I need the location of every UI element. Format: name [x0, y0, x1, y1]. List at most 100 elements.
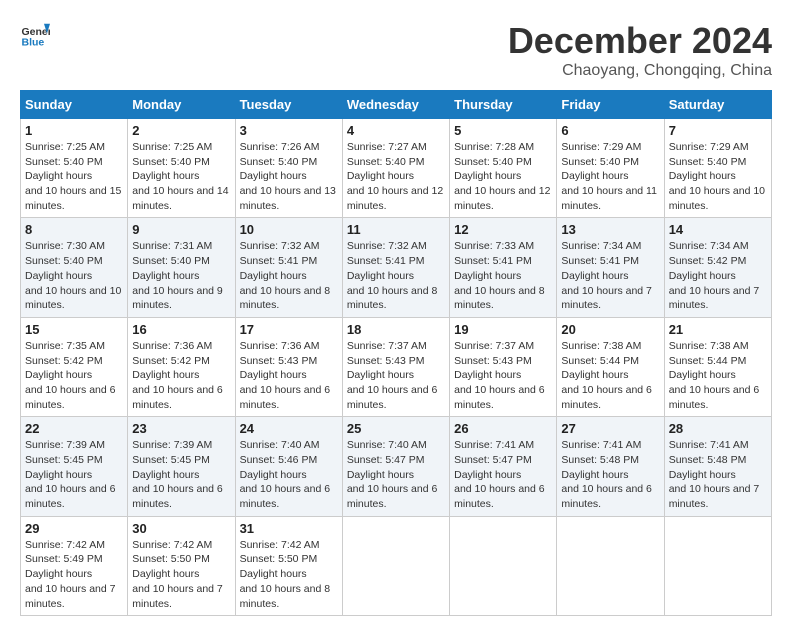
day-number: 13 [561, 222, 659, 237]
empty-cell [342, 516, 449, 615]
day-info: Sunrise: 7:39 AM Sunset: 5:45 PM Dayligh… [25, 438, 123, 511]
day-number: 19 [454, 322, 552, 337]
day-info: Sunrise: 7:27 AM Sunset: 5:40 PM Dayligh… [347, 140, 445, 213]
day-cell-13: 13 Sunrise: 7:34 AM Sunset: 5:41 PM Dayl… [557, 218, 664, 317]
day-cell-15: 15 Sunrise: 7:35 AM Sunset: 5:42 PM Dayl… [21, 317, 128, 416]
page-header: General Blue December 2024 Chaoyang, Cho… [20, 20, 772, 80]
day-info: Sunrise: 7:28 AM Sunset: 5:40 PM Dayligh… [454, 140, 552, 213]
empty-cell [664, 516, 771, 615]
day-info: Sunrise: 7:26 AM Sunset: 5:40 PM Dayligh… [240, 140, 338, 213]
day-cell-6: 6 Sunrise: 7:29 AM Sunset: 5:40 PM Dayli… [557, 119, 664, 218]
day-info: Sunrise: 7:40 AM Sunset: 5:46 PM Dayligh… [240, 438, 338, 511]
day-number: 28 [669, 421, 767, 436]
day-info: Sunrise: 7:41 AM Sunset: 5:48 PM Dayligh… [561, 438, 659, 511]
day-info: Sunrise: 7:40 AM Sunset: 5:47 PM Dayligh… [347, 438, 445, 511]
day-number: 8 [25, 222, 123, 237]
svg-text:Blue: Blue [22, 37, 45, 49]
day-cell-22: 22 Sunrise: 7:39 AM Sunset: 5:45 PM Dayl… [21, 417, 128, 516]
day-info: Sunrise: 7:42 AM Sunset: 5:50 PM Dayligh… [132, 538, 230, 611]
day-info: Sunrise: 7:41 AM Sunset: 5:48 PM Dayligh… [669, 438, 767, 511]
day-cell-7: 7 Sunrise: 7:29 AM Sunset: 5:40 PM Dayli… [664, 119, 771, 218]
day-info: Sunrise: 7:35 AM Sunset: 5:42 PM Dayligh… [25, 339, 123, 412]
empty-cell [557, 516, 664, 615]
day-cell-29: 29 Sunrise: 7:42 AM Sunset: 5:49 PM Dayl… [21, 516, 128, 615]
day-number: 4 [347, 123, 445, 138]
day-number: 14 [669, 222, 767, 237]
day-cell-28: 28 Sunrise: 7:41 AM Sunset: 5:48 PM Dayl… [664, 417, 771, 516]
day-cell-4: 4 Sunrise: 7:27 AM Sunset: 5:40 PM Dayli… [342, 119, 449, 218]
day-info: Sunrise: 7:42 AM Sunset: 5:49 PM Dayligh… [25, 538, 123, 611]
week-row-5: 29 Sunrise: 7:42 AM Sunset: 5:49 PM Dayl… [21, 516, 772, 615]
day-cell-10: 10 Sunrise: 7:32 AM Sunset: 5:41 PM Dayl… [235, 218, 342, 317]
header-sunday: Sunday [21, 91, 128, 119]
day-info: Sunrise: 7:36 AM Sunset: 5:43 PM Dayligh… [240, 339, 338, 412]
day-info: Sunrise: 7:30 AM Sunset: 5:40 PM Dayligh… [25, 239, 123, 312]
day-number: 2 [132, 123, 230, 138]
day-number: 15 [25, 322, 123, 337]
day-info: Sunrise: 7:25 AM Sunset: 5:40 PM Dayligh… [25, 140, 123, 213]
header-wednesday: Wednesday [342, 91, 449, 119]
day-info: Sunrise: 7:41 AM Sunset: 5:47 PM Dayligh… [454, 438, 552, 511]
day-cell-12: 12 Sunrise: 7:33 AM Sunset: 5:41 PM Dayl… [450, 218, 557, 317]
calendar-table: Sunday Monday Tuesday Wednesday Thursday… [20, 90, 772, 616]
day-info: Sunrise: 7:37 AM Sunset: 5:43 PM Dayligh… [347, 339, 445, 412]
week-row-1: 1 Sunrise: 7:25 AM Sunset: 5:40 PM Dayli… [21, 119, 772, 218]
week-row-2: 8 Sunrise: 7:30 AM Sunset: 5:40 PM Dayli… [21, 218, 772, 317]
day-number: 31 [240, 521, 338, 536]
day-cell-19: 19 Sunrise: 7:37 AM Sunset: 5:43 PM Dayl… [450, 317, 557, 416]
day-info: Sunrise: 7:29 AM Sunset: 5:40 PM Dayligh… [561, 140, 659, 213]
day-info: Sunrise: 7:29 AM Sunset: 5:40 PM Dayligh… [669, 140, 767, 213]
day-number: 23 [132, 421, 230, 436]
day-info: Sunrise: 7:25 AM Sunset: 5:40 PM Dayligh… [132, 140, 230, 213]
header-tuesday: Tuesday [235, 91, 342, 119]
header-monday: Monday [128, 91, 235, 119]
day-number: 27 [561, 421, 659, 436]
day-info: Sunrise: 7:34 AM Sunset: 5:41 PM Dayligh… [561, 239, 659, 312]
day-info: Sunrise: 7:34 AM Sunset: 5:42 PM Dayligh… [669, 239, 767, 312]
day-cell-5: 5 Sunrise: 7:28 AM Sunset: 5:40 PM Dayli… [450, 119, 557, 218]
day-cell-21: 21 Sunrise: 7:38 AM Sunset: 5:44 PM Dayl… [664, 317, 771, 416]
day-info: Sunrise: 7:32 AM Sunset: 5:41 PM Dayligh… [240, 239, 338, 312]
day-cell-30: 30 Sunrise: 7:42 AM Sunset: 5:50 PM Dayl… [128, 516, 235, 615]
day-cell-8: 8 Sunrise: 7:30 AM Sunset: 5:40 PM Dayli… [21, 218, 128, 317]
empty-cell [450, 516, 557, 615]
day-cell-20: 20 Sunrise: 7:38 AM Sunset: 5:44 PM Dayl… [557, 317, 664, 416]
day-cell-27: 27 Sunrise: 7:41 AM Sunset: 5:48 PM Dayl… [557, 417, 664, 516]
day-number: 16 [132, 322, 230, 337]
day-number: 26 [454, 421, 552, 436]
day-number: 20 [561, 322, 659, 337]
day-info: Sunrise: 7:31 AM Sunset: 5:40 PM Dayligh… [132, 239, 230, 312]
day-info: Sunrise: 7:39 AM Sunset: 5:45 PM Dayligh… [132, 438, 230, 511]
day-number: 3 [240, 123, 338, 138]
day-cell-14: 14 Sunrise: 7:34 AM Sunset: 5:42 PM Dayl… [664, 218, 771, 317]
week-row-3: 15 Sunrise: 7:35 AM Sunset: 5:42 PM Dayl… [21, 317, 772, 416]
day-number: 22 [25, 421, 123, 436]
day-number: 1 [25, 123, 123, 138]
day-info: Sunrise: 7:38 AM Sunset: 5:44 PM Dayligh… [669, 339, 767, 412]
day-info: Sunrise: 7:42 AM Sunset: 5:50 PM Dayligh… [240, 538, 338, 611]
day-number: 25 [347, 421, 445, 436]
logo-icon: General Blue [20, 20, 50, 50]
day-cell-18: 18 Sunrise: 7:37 AM Sunset: 5:43 PM Dayl… [342, 317, 449, 416]
day-cell-31: 31 Sunrise: 7:42 AM Sunset: 5:50 PM Dayl… [235, 516, 342, 615]
day-cell-17: 17 Sunrise: 7:36 AM Sunset: 5:43 PM Dayl… [235, 317, 342, 416]
day-number: 29 [25, 521, 123, 536]
weekday-header-row: Sunday Monday Tuesday Wednesday Thursday… [21, 91, 772, 119]
day-cell-11: 11 Sunrise: 7:32 AM Sunset: 5:41 PM Dayl… [342, 218, 449, 317]
day-number: 12 [454, 222, 552, 237]
day-cell-9: 9 Sunrise: 7:31 AM Sunset: 5:40 PM Dayli… [128, 218, 235, 317]
logo: General Blue [20, 20, 50, 50]
day-number: 5 [454, 123, 552, 138]
header-friday: Friday [557, 91, 664, 119]
day-number: 11 [347, 222, 445, 237]
day-info: Sunrise: 7:32 AM Sunset: 5:41 PM Dayligh… [347, 239, 445, 312]
day-number: 21 [669, 322, 767, 337]
calendar-subtitle: Chaoyang, Chongqing, China [508, 62, 772, 80]
day-info: Sunrise: 7:33 AM Sunset: 5:41 PM Dayligh… [454, 239, 552, 312]
day-info: Sunrise: 7:38 AM Sunset: 5:44 PM Dayligh… [561, 339, 659, 412]
day-number: 17 [240, 322, 338, 337]
day-cell-26: 26 Sunrise: 7:41 AM Sunset: 5:47 PM Dayl… [450, 417, 557, 516]
day-cell-23: 23 Sunrise: 7:39 AM Sunset: 5:45 PM Dayl… [128, 417, 235, 516]
day-number: 18 [347, 322, 445, 337]
day-number: 30 [132, 521, 230, 536]
